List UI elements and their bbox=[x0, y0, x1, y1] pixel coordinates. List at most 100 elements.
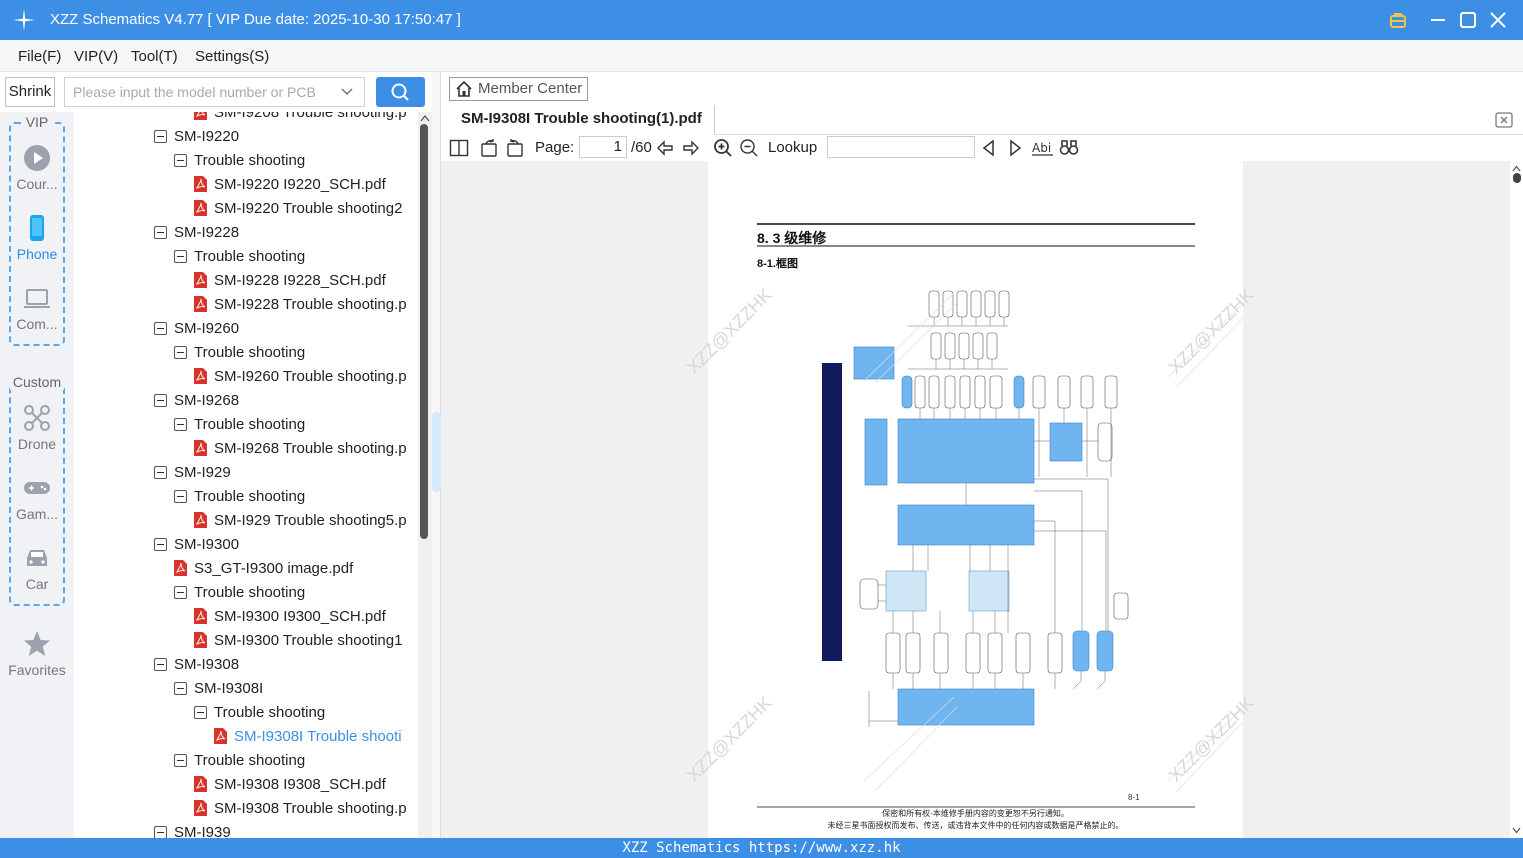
collapse-icon[interactable] bbox=[174, 250, 187, 263]
previous-page-icon[interactable] bbox=[655, 138, 675, 158]
sidebar-toggle-icon[interactable] bbox=[449, 138, 469, 158]
tree-node-label: SM-I939 bbox=[174, 824, 231, 839]
block-wtr2605 bbox=[897, 504, 1035, 546]
minimize-icon[interactable] bbox=[1426, 8, 1450, 32]
vip-group-label: VIP bbox=[22, 114, 52, 130]
tree-node-label: SM-I9268 Trouble shooting.p bbox=[214, 440, 407, 457]
menu-settings[interactable]: Settings(S) bbox=[195, 48, 269, 65]
pdf-icon bbox=[194, 368, 207, 384]
collapse-icon[interactable] bbox=[154, 130, 167, 143]
tree-node-label: SM-I9228 Trouble shooting.p bbox=[214, 296, 407, 313]
collapse-icon[interactable] bbox=[174, 682, 187, 695]
menu-tool[interactable]: Tool(T) bbox=[131, 48, 178, 65]
lookup-input[interactable] bbox=[827, 136, 975, 158]
collapse-icon[interactable] bbox=[174, 346, 187, 359]
block-blic bbox=[901, 375, 913, 409]
find-previous-icon[interactable] bbox=[979, 138, 999, 158]
close-icon[interactable] bbox=[1486, 8, 1510, 32]
viewer-scroll-up-icon[interactable] bbox=[1512, 165, 1521, 172]
app-logo-icon bbox=[13, 9, 35, 31]
tree-node-label: Trouble shooting bbox=[194, 752, 306, 769]
tree-scroll-thumb[interactable] bbox=[420, 124, 428, 539]
viewer-scroll-down-icon[interactable] bbox=[1512, 827, 1521, 834]
tab-document[interactable]: SM-I9308I Trouble shooting(1).pdf bbox=[441, 105, 715, 135]
nav-label-computer: Com... bbox=[16, 316, 58, 332]
nav-label-courses: Cour... bbox=[16, 176, 58, 192]
scroll-up-icon[interactable] bbox=[420, 114, 430, 122]
pdf-icon bbox=[194, 112, 207, 120]
block-b1-pam bbox=[885, 570, 927, 612]
page-number-input[interactable]: 1 bbox=[579, 136, 627, 158]
nav-item-favorites[interactable]: Favorites bbox=[0, 630, 74, 694]
window-title: XZZ Schematics V4.77 [ VIP Due date: 202… bbox=[50, 11, 461, 28]
collapse-icon[interactable] bbox=[174, 154, 187, 167]
nav-item-drone[interactable]: Drone bbox=[0, 404, 74, 468]
drone-icon bbox=[24, 405, 50, 431]
shrink-button[interactable]: Shrink bbox=[5, 77, 55, 107]
tree-scrollbar[interactable] bbox=[418, 112, 432, 839]
collapse-icon[interactable] bbox=[174, 586, 187, 599]
pdf-icon bbox=[194, 440, 207, 456]
find-next-icon[interactable] bbox=[1005, 138, 1025, 158]
pdf-footer-line-1: 保密和所有权-本维修手册内容的变更恕不另行通知。 bbox=[882, 809, 1069, 818]
close-tab-icon[interactable] bbox=[1495, 111, 1513, 129]
search-input[interactable]: Please input the model number or PCB bbox=[64, 77, 365, 107]
nav-label-favorites: Favorites bbox=[8, 662, 66, 678]
pdf-heading: 8. 3 级维修 bbox=[757, 230, 827, 246]
collapse-icon[interactable] bbox=[174, 754, 187, 767]
diagram-title-bar bbox=[822, 363, 842, 661]
nav-item-courses[interactable]: Cour... bbox=[0, 144, 74, 208]
collapse-icon[interactable] bbox=[154, 322, 167, 335]
nav-label-phone: Phone bbox=[16, 246, 58, 262]
lookup-label: Lookup bbox=[768, 139, 818, 156]
rotate-left-icon[interactable] bbox=[479, 138, 499, 158]
phone-icon bbox=[30, 215, 44, 241]
nav-item-phone[interactable]: Phone bbox=[0, 214, 74, 278]
nav-item-game[interactable]: Gam... bbox=[0, 474, 74, 538]
tree-node-label: Trouble shooting bbox=[194, 416, 306, 433]
menu-vip[interactable]: VIP(V) bbox=[74, 48, 118, 65]
collapse-icon[interactable] bbox=[154, 226, 167, 239]
chevron-down-icon[interactable] bbox=[340, 85, 354, 99]
tree-node-label: SM-I9300 Trouble shooting1 bbox=[214, 632, 403, 649]
block-ucp300 bbox=[897, 418, 1035, 484]
viewer-scroll-thumb[interactable] bbox=[1513, 173, 1521, 183]
viewer-scrollbar[interactable] bbox=[1510, 161, 1523, 838]
collapse-icon[interactable] bbox=[154, 658, 167, 671]
rotate-right-icon[interactable] bbox=[505, 138, 525, 158]
pdf-page: 8. 3 级维修 8-1.框图 GT-I9308I S3VE TD BLOCK … bbox=[683, 161, 1258, 838]
collapse-icon[interactable] bbox=[194, 706, 207, 719]
search-icon bbox=[391, 83, 409, 101]
tree-node-label: SM-I929 Trouble shooting5.p bbox=[214, 512, 407, 529]
pdf-viewer[interactable]: 8. 3 级维修 8-1.框图 GT-I9308I S3VE TD BLOCK … bbox=[441, 161, 1510, 838]
pdf-icon bbox=[194, 296, 207, 312]
custom-group-label: Custom bbox=[10, 374, 64, 390]
nav-item-computer[interactable]: Com... bbox=[0, 284, 74, 348]
svg-text:Abi: Abi bbox=[1032, 141, 1051, 155]
tree-node-label: SM-I9208 Trouble shooting.p bbox=[214, 112, 407, 121]
panel-splitter[interactable] bbox=[432, 72, 441, 838]
zoom-in-icon[interactable] bbox=[713, 138, 733, 158]
block-pm8280 bbox=[1049, 422, 1083, 462]
nav-item-car[interactable]: Car bbox=[0, 544, 74, 608]
collapse-icon[interactable] bbox=[154, 466, 167, 479]
collapse-icon[interactable] bbox=[174, 490, 187, 503]
search-button[interactable] bbox=[376, 77, 425, 107]
tree-node-label: Trouble shooting bbox=[214, 704, 326, 721]
splitter-handle[interactable] bbox=[432, 412, 441, 492]
maximize-icon[interactable] bbox=[1456, 8, 1480, 32]
play-circle-icon bbox=[24, 145, 50, 171]
tree-node-label: SM-I9308 bbox=[174, 656, 240, 673]
collapse-icon[interactable] bbox=[154, 538, 167, 551]
collapse-icon[interactable] bbox=[154, 394, 167, 407]
match-case-icon[interactable]: Abi bbox=[1031, 138, 1055, 158]
tree-node-label: SM-I9300 bbox=[174, 536, 240, 553]
member-center-button[interactable]: Member Center bbox=[449, 77, 588, 101]
find-all-icon[interactable] bbox=[1059, 138, 1079, 158]
vip-bag-icon[interactable] bbox=[1386, 8, 1410, 32]
block-sky77570 bbox=[897, 688, 1035, 726]
zoom-out-icon[interactable] bbox=[739, 138, 759, 158]
collapse-icon[interactable] bbox=[174, 418, 187, 431]
menu-file[interactable]: File(F) bbox=[18, 48, 61, 65]
next-page-icon[interactable] bbox=[681, 138, 701, 158]
